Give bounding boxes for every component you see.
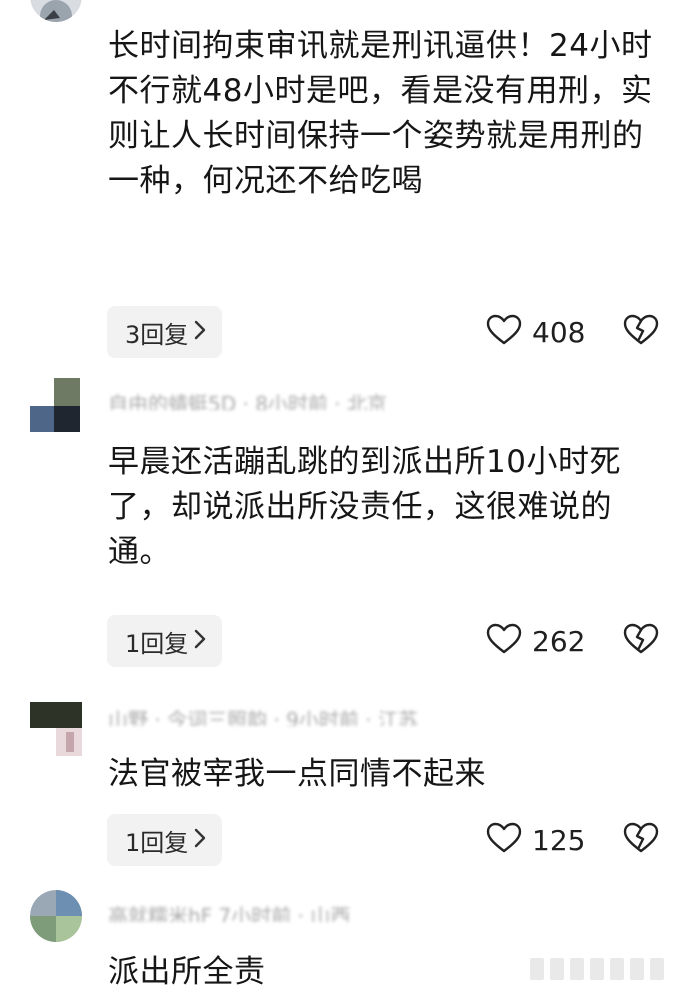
chevron-right-icon <box>194 826 206 854</box>
reply-button[interactable]: 3回复 <box>107 306 223 358</box>
like-count: 408 <box>532 315 586 349</box>
comment-text: 早晨还活蹦乱跳的到派出所10小时死了，却说派出所没责任，这很难说的通。 <box>108 444 621 570</box>
dislike-button[interactable] <box>622 814 660 866</box>
avatar[interactable] <box>30 378 80 432</box>
broken-heart-icon <box>622 313 660 351</box>
heart-outline-icon <box>486 822 522 858</box>
comment-meta: 山野 · 今词三照韵 · 9小时前 · 江苏 <box>108 708 418 726</box>
like-button[interactable]: 408 <box>486 306 585 358</box>
avatar[interactable] <box>30 700 82 756</box>
comment-text: 法官被宰我一点同情不起来 <box>108 756 486 792</box>
broken-heart-icon <box>622 622 660 660</box>
avatar[interactable] <box>30 890 82 942</box>
reply-label: 1回复 <box>125 828 189 857</box>
chevron-right-icon <box>194 627 206 655</box>
reply-label: 1回复 <box>125 629 189 658</box>
like-count: 262 <box>532 624 586 658</box>
watermark <box>530 958 670 988</box>
comment-text: 长时间拘束审讯就是刑讯逼供！24小时不行就48小时是吧，看是没有用刑，实则让人长… <box>108 28 653 199</box>
dislike-button[interactable] <box>622 306 660 358</box>
like-count: 125 <box>532 823 586 857</box>
reply-label: 3回复 <box>125 320 189 349</box>
chevron-right-icon <box>194 318 206 346</box>
like-button[interactable]: 262 <box>486 615 585 667</box>
comment-meta: 自由的蜻蜓5D · 8小时前 · 北京 <box>108 392 387 410</box>
dislike-button[interactable] <box>622 615 660 667</box>
broken-heart-icon <box>622 821 660 859</box>
reply-button[interactable]: 1回复 <box>107 814 223 866</box>
like-button[interactable]: 125 <box>486 814 585 866</box>
reply-button[interactable]: 1回复 <box>107 615 223 667</box>
heart-outline-icon <box>486 314 522 350</box>
comment-meta: 高就糯米hF 7小时前 · 山西 <box>108 904 351 922</box>
heart-outline-icon <box>486 623 522 659</box>
avatar[interactable] <box>30 0 82 22</box>
